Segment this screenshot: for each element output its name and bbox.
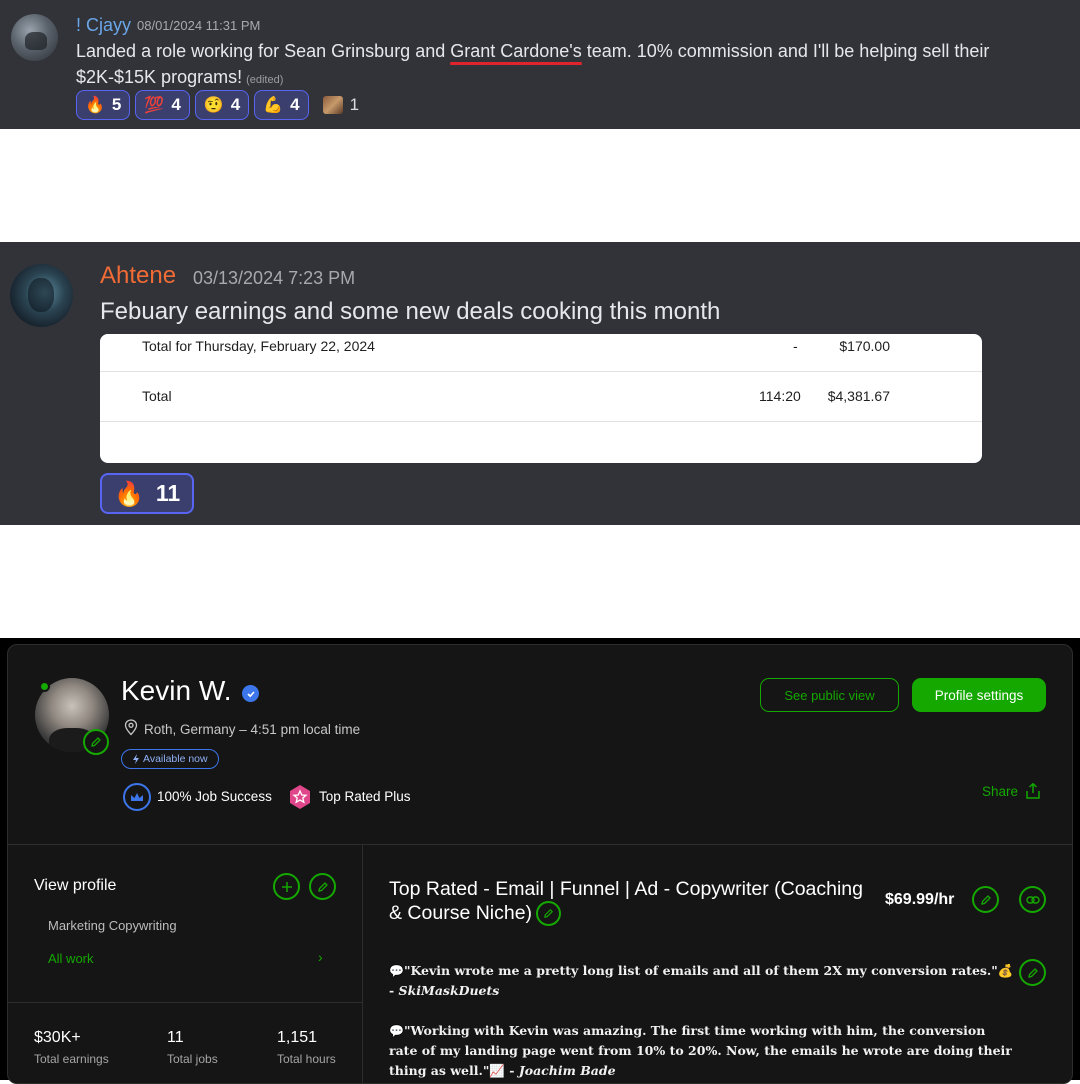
reaction-count: 4 <box>230 95 241 114</box>
pencil-icon <box>91 737 101 747</box>
discord-message-ahtene: Ahtene 03/13/2024 7:23 PM Febuary earnin… <box>0 242 1080 525</box>
edit-rate-button[interactable] <box>972 886 999 913</box>
upwork-profile-panel: Kevin W. Roth, Germany – 4:51 pm local t… <box>0 638 1080 1084</box>
earnings-screenshot[interactable]: Total for Thursday, February 22, 2024 - … <box>100 334 982 463</box>
reaction-flexed-biceps[interactable]: 💪 4 <box>254 90 309 120</box>
verified-icon <box>242 685 259 702</box>
earnings-row-day: Total for Thursday, February 22, 2024 - … <box>100 334 982 372</box>
add-specialty-button[interactable] <box>273 873 300 900</box>
job-title: Top Rated - Email | Funnel | Ad - Copywr… <box>389 877 879 927</box>
pencil-icon <box>317 881 328 892</box>
online-status-icon <box>39 681 50 692</box>
testimonial-author: Joachim Bade <box>518 1063 616 1078</box>
reaction-count: 4 <box>290 95 300 114</box>
speech-bubble-icon: 💬 <box>389 1024 404 1038</box>
speech-bubble-icon: 💬 <box>389 964 404 978</box>
underlined-text: Grant Cardone's <box>450 41 582 61</box>
testimonial-text: "Working with Kevin was amazing. The fir… <box>389 1023 1012 1078</box>
fire-icon: 🔥 <box>85 95 105 114</box>
divider <box>8 1002 362 1003</box>
reaction-count: 1 <box>349 95 360 114</box>
top-rated-badge[interactable]: Top Rated Plus <box>319 789 411 804</box>
username[interactable]: ! Cjayy <box>76 15 131 36</box>
row-amount: $170.00 <box>839 338 890 354</box>
fire-icon: 🔥 <box>114 479 144 508</box>
edit-specialty-button[interactable] <box>309 873 336 900</box>
profile-settings-button[interactable]: Profile settings <box>912 678 1046 712</box>
reaction-count: 4 <box>171 95 181 114</box>
see-public-view-button[interactable]: See public view <box>760 678 899 712</box>
reaction-fire[interactable]: 🔥 5 <box>76 90 131 120</box>
stat-earnings-value: $30K+ <box>34 1029 81 1046</box>
reaction-hundred[interactable]: 💯 4 <box>135 90 190 120</box>
testimonial: 💬"Kevin wrote me a pretty long list of e… <box>389 961 1014 1001</box>
stat-hours-label: Total hours <box>277 1052 336 1066</box>
hourly-rate: $69.99/hr <box>885 891 955 908</box>
divider <box>362 844 363 1084</box>
reaction-count: 11 <box>155 480 181 506</box>
testimonial: 💬"Working with Kevin was amazing. The fi… <box>389 1021 1014 1081</box>
edit-title-button[interactable] <box>536 901 562 927</box>
stat-jobs-label: Total jobs <box>167 1052 218 1066</box>
testimonial-author: SkiMaskDuets <box>398 983 500 998</box>
share-icon <box>1026 782 1040 799</box>
raised-eyebrow-icon: 🤨 <box>203 95 224 114</box>
reaction-custom[interactable]: 1 <box>314 90 368 120</box>
job-success-badge[interactable]: 100% Job Success <box>157 789 272 804</box>
timestamp: 03/13/2024 7:23 PM <box>193 268 356 288</box>
edit-photo-button[interactable] <box>83 729 109 755</box>
pencil-icon <box>980 894 991 905</box>
availability-text: Available now <box>143 753 208 765</box>
message-text-start: Landed a role working for Sean Grinsburg… <box>76 41 451 61</box>
reactions-bar: 🔥 5 💯 4 🤨 4 💪 4 1 <box>76 90 368 120</box>
availability-badge[interactable]: Available now <box>121 749 219 769</box>
row-amount: $4,381.67 <box>827 388 890 404</box>
copy-link-button[interactable] <box>1019 886 1046 913</box>
stat-jobs-value: 11 <box>167 1029 184 1046</box>
row-label: Total <box>142 388 172 404</box>
profile-name: Kevin W. <box>121 675 232 706</box>
hundred-icon: 💯 <box>144 95 165 114</box>
row-hours: 114:20 <box>759 388 801 404</box>
share-label: Share <box>982 783 1019 799</box>
earnings-row-total: Total 114:20 $4,381.67 <box>100 372 982 422</box>
message-text: Landed a role working for Sean Grinsburg… <box>76 38 1066 93</box>
edit-overview-button[interactable] <box>1019 959 1046 986</box>
share-button[interactable]: Share <box>982 782 1042 800</box>
message-text: Febuary earnings and some new deals cook… <box>100 298 721 325</box>
top-rated-plus-icon <box>290 785 310 809</box>
avatar[interactable] <box>11 14 58 61</box>
stat-hours-value: 1,151 <box>277 1029 318 1046</box>
all-work-link[interactable]: All work <box>48 951 94 966</box>
pencil-icon <box>1027 967 1038 978</box>
edited-label: (edited) <box>246 74 284 86</box>
crown-icon <box>123 783 151 811</box>
stat-earnings-label: Total earnings <box>34 1052 109 1066</box>
row-label: Total for Thursday, February 22, 2024 <box>142 338 375 354</box>
location-pin-icon <box>124 719 138 736</box>
custom-emoji-icon <box>322 96 343 114</box>
reaction-fire[interactable]: 🔥 11 <box>100 473 195 514</box>
divider <box>8 844 1072 845</box>
timestamp: 08/01/2024 11:31 PM <box>137 18 261 33</box>
location-text: Roth, Germany – 4:51 pm local time <box>144 722 361 737</box>
discord-message-cjayy: ! Cjayy 08/01/2024 11:31 PM Landed a rol… <box>0 0 1080 129</box>
row-hours: - <box>793 338 798 354</box>
profile-card: Kevin W. Roth, Germany – 4:51 pm local t… <box>7 644 1073 1084</box>
chevron-right-icon[interactable]: › <box>318 949 323 965</box>
lightning-icon <box>133 754 139 764</box>
avatar[interactable] <box>10 264 73 327</box>
username[interactable]: Ahtene <box>100 262 176 290</box>
specialty-item[interactable]: Marketing Copywriting <box>48 918 177 933</box>
plus-icon <box>281 881 292 892</box>
pencil-icon <box>544 909 554 919</box>
link-icon <box>1025 895 1040 904</box>
reaction-count: 5 <box>111 95 122 114</box>
job-title-text: Top Rated - Email | Funnel | Ad - Copywr… <box>389 878 863 924</box>
view-profile-title: View profile <box>34 877 117 894</box>
flexed-biceps-icon: 💪 <box>263 95 284 114</box>
reaction-raised-eyebrow[interactable]: 🤨 4 <box>194 90 250 120</box>
